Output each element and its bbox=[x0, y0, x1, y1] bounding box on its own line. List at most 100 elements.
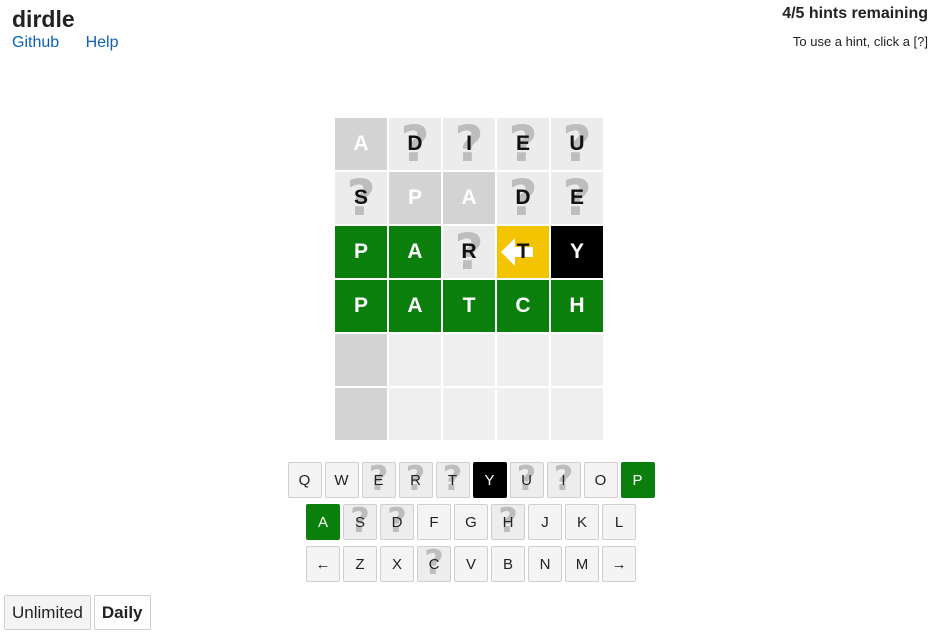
key-f[interactable]: F bbox=[417, 504, 451, 540]
grid-cell bbox=[551, 388, 603, 440]
grid-cell[interactable]: ? R bbox=[443, 226, 495, 278]
key-label: K bbox=[576, 513, 587, 531]
grid-cell-letter: A bbox=[407, 294, 423, 317]
key-u[interactable]: ? U bbox=[509, 462, 544, 498]
app-title: dirdle bbox=[12, 6, 75, 32]
daily-mode-button[interactable]: Daily bbox=[93, 595, 151, 630]
key-label: C bbox=[428, 555, 440, 573]
grid-cell-letter: P bbox=[407, 186, 422, 209]
key-label: I bbox=[561, 471, 566, 489]
key-e[interactable]: ? E bbox=[361, 462, 396, 498]
key-label: Q bbox=[298, 471, 311, 489]
grid-cell[interactable]: ? I bbox=[443, 118, 495, 170]
grid-cell: A bbox=[389, 280, 441, 332]
key-g[interactable]: G bbox=[454, 504, 488, 540]
key-o[interactable]: O bbox=[583, 462, 618, 498]
grid-cell-letter: Y bbox=[569, 240, 584, 263]
hint-instructions: To use a hint, click a [?] bbox=[792, 34, 928, 49]
key-y[interactable]: Y bbox=[472, 462, 507, 498]
key-z[interactable]: Z bbox=[343, 546, 377, 582]
grid-cell: T bbox=[443, 280, 495, 332]
key-b[interactable]: B bbox=[491, 546, 525, 582]
grid-cell: A bbox=[443, 172, 495, 224]
key-n[interactable]: N bbox=[528, 546, 562, 582]
key-label: V bbox=[465, 555, 476, 573]
key-label: J bbox=[541, 513, 549, 531]
key-label: W bbox=[334, 471, 349, 489]
grid-cell-letter: D bbox=[407, 132, 423, 155]
grid-cell bbox=[335, 388, 387, 440]
grid-cell bbox=[551, 334, 603, 386]
grid-cell bbox=[497, 388, 549, 440]
key-j[interactable]: J bbox=[528, 504, 562, 540]
key-a[interactable]: A bbox=[306, 504, 340, 540]
grid-cell: A bbox=[335, 118, 387, 170]
github-link[interactable]: Github bbox=[12, 34, 59, 51]
key-label: D bbox=[391, 513, 403, 531]
grid-cell[interactable]: ? D bbox=[389, 118, 441, 170]
key-s[interactable]: ? S bbox=[343, 504, 377, 540]
key-t[interactable]: ? T bbox=[435, 462, 470, 498]
grid-cell: P bbox=[335, 226, 387, 278]
key-label: B bbox=[502, 555, 513, 573]
grid-cell[interactable]: ? E bbox=[551, 172, 603, 224]
hints-remaining: 4/5 hints remaining bbox=[782, 5, 928, 22]
grid-cell-letter: P bbox=[353, 240, 368, 263]
unlimited-mode-button[interactable]: Unlimited bbox=[4, 595, 91, 630]
grid-cell: T bbox=[497, 226, 549, 278]
keyboard-row: A ? S? D F G ? H J K L bbox=[0, 504, 942, 540]
key-label: T bbox=[447, 471, 458, 489]
key-label: R bbox=[410, 471, 421, 489]
grid-cell-letter: E bbox=[515, 132, 530, 155]
mode-selector: Unlimited Daily bbox=[4, 595, 151, 630]
right-arrow-key[interactable]: → bbox=[602, 546, 636, 582]
grid-cell: H bbox=[551, 280, 603, 332]
key-k[interactable]: K bbox=[565, 504, 599, 540]
key-label: X bbox=[391, 555, 402, 573]
header-links: Github Help bbox=[12, 34, 141, 52]
key-label: Y bbox=[484, 471, 495, 489]
left-arrow-key[interactable]: ← bbox=[306, 546, 340, 582]
key-label: S bbox=[354, 513, 365, 531]
grid-cell-letter: D bbox=[515, 186, 531, 209]
key-h[interactable]: ? H bbox=[491, 504, 525, 540]
grid-cell-letter: H bbox=[569, 294, 585, 317]
on-screen-keyboard: Q W ? E? R? T Y ? U? I O P A ? S? D F G ? H J K L ← Z X ? C V B N M → bbox=[0, 462, 942, 588]
key-d[interactable]: ? D bbox=[380, 504, 414, 540]
grid-cell: P bbox=[335, 280, 387, 332]
grid-cell bbox=[443, 334, 495, 386]
key-label: A bbox=[317, 513, 328, 531]
grid-cell-letter: T bbox=[516, 240, 530, 263]
grid-cell: P bbox=[389, 172, 441, 224]
grid-cell[interactable]: ? U bbox=[551, 118, 603, 170]
grid-cell bbox=[335, 334, 387, 386]
key-label: ← bbox=[315, 555, 331, 573]
grid-cell-letter: T bbox=[462, 294, 476, 317]
key-x[interactable]: X bbox=[380, 546, 414, 582]
key-i[interactable]: ? I bbox=[546, 462, 581, 498]
key-label: H bbox=[502, 513, 514, 531]
grid-cell[interactable]: ? S bbox=[335, 172, 387, 224]
key-v[interactable]: V bbox=[454, 546, 488, 582]
grid-cell[interactable]: ? D bbox=[497, 172, 549, 224]
key-m[interactable]: M bbox=[565, 546, 599, 582]
grid-cell bbox=[389, 334, 441, 386]
key-c[interactable]: ? C bbox=[417, 546, 451, 582]
grid-cell[interactable]: ? E bbox=[497, 118, 549, 170]
keyboard-row: ← Z X ? C V B N M → bbox=[0, 546, 942, 582]
help-link[interactable]: Help bbox=[86, 34, 119, 51]
grid-cell-letter: R bbox=[461, 240, 477, 263]
grid-cell-letter: U bbox=[569, 132, 585, 155]
grid-cell-letter: P bbox=[353, 294, 368, 317]
key-r[interactable]: ? R bbox=[398, 462, 433, 498]
grid-cell bbox=[497, 334, 549, 386]
guess-grid: A? D? I? E? U? S P A? D? E P A? R T Y P A T C H bbox=[335, 118, 603, 440]
key-label: F bbox=[429, 513, 439, 531]
key-p[interactable]: P bbox=[620, 462, 655, 498]
grid-cell: Y bbox=[551, 226, 603, 278]
key-label: G bbox=[465, 513, 477, 531]
grid-cell-letter: E bbox=[569, 186, 584, 209]
key-w[interactable]: W bbox=[324, 462, 359, 498]
key-l[interactable]: L bbox=[602, 504, 636, 540]
key-q[interactable]: Q bbox=[287, 462, 322, 498]
